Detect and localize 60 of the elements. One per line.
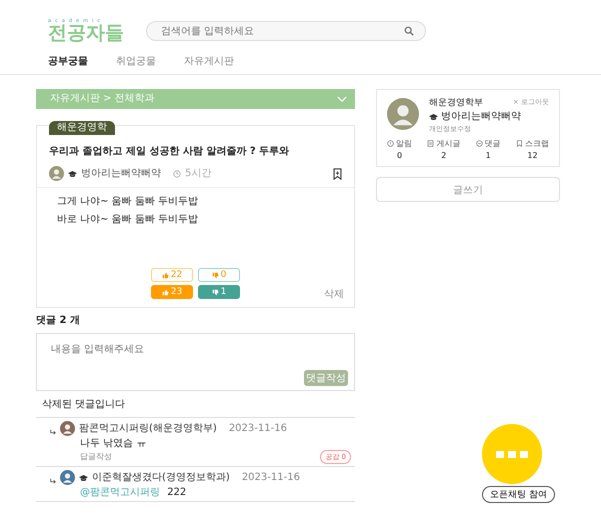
breadcrumb-bar[interactable]: 자유게시판 > 전체학과 xyxy=(36,89,355,109)
stat-label[interactable]: 알림 xyxy=(396,139,412,149)
search-field[interactable]: 검색어를 입력하세요 xyxy=(146,21,426,41)
post-time: 5시간 xyxy=(185,168,212,180)
stat-value: 12 xyxy=(527,150,538,160)
like-button[interactable]: 23 xyxy=(151,285,193,299)
open-chat-button[interactable]: 오픈채팅 참여 xyxy=(482,486,555,503)
stat-label[interactable]: 댓글 xyxy=(484,139,501,149)
reply-arrow-icon xyxy=(50,428,56,434)
graduation-cap-icon xyxy=(429,112,438,121)
like-button[interactable]: 22 xyxy=(151,268,193,282)
post-text: 바로 나야~ 움빠 둠빠 두비두밥 xyxy=(57,214,200,226)
thumbs-up-icon xyxy=(162,272,169,278)
commenter-name[interactable]: 팜콘먹고시퍼링(해운경영학부) xyxy=(79,422,217,434)
stat-label[interactable]: 스크랩 xyxy=(524,139,549,149)
bookmark-icon xyxy=(516,140,523,148)
bookmark-icon[interactable] xyxy=(333,168,342,180)
nav-tab[interactable]: 공부궁물 xyxy=(48,56,88,74)
comment-input[interactable]: 내용을 입력해주세요 댓글작성 xyxy=(36,333,355,391)
stat-label[interactable]: 게시글 xyxy=(436,139,460,149)
graduation-cap-icon xyxy=(68,170,77,178)
avatar-icon xyxy=(387,98,419,130)
nav-tab[interactable]: 취업궁물 xyxy=(116,56,156,74)
avatar-icon xyxy=(60,421,75,436)
stat-value: 1 xyxy=(486,150,491,160)
document-icon xyxy=(427,140,434,148)
dislike-button[interactable]: 0 xyxy=(198,268,240,282)
logo[interactable]: 전공자들 xyxy=(48,24,124,43)
reply-link[interactable]: 답글작성 xyxy=(80,452,112,462)
commenter-name[interactable]: 이준혁잘생겼다(경영정보학과) xyxy=(92,472,230,484)
department-tag: 해운경영학 xyxy=(49,121,115,135)
write-button[interactable]: 글쓰기 xyxy=(376,177,560,202)
nav-tab[interactable]: 자유게시판 xyxy=(184,56,234,74)
search-icon[interactable] xyxy=(404,26,414,36)
avatar-icon xyxy=(49,166,64,181)
mention-link[interactable]: @팜콘먹고시퍼링 xyxy=(80,487,160,498)
submit-comment-button[interactable]: 댓글작성 xyxy=(304,370,348,386)
comment-text: 나두 낚였슴 ㅠ xyxy=(80,438,146,449)
reply-arrow-icon xyxy=(50,478,56,484)
stat-value: 2 xyxy=(441,150,446,160)
dislike-button[interactable]: 1 xyxy=(198,285,240,299)
avatar-icon xyxy=(60,470,75,485)
comment-date: 2023-11-16 xyxy=(242,472,300,484)
breadcrumb: 자유게시판 > 전체학과 xyxy=(50,93,155,105)
stat-value: 0 xyxy=(396,150,402,160)
thumbs-down-icon xyxy=(212,272,219,278)
clock-icon xyxy=(173,170,181,178)
comments-heading: 댓글 2 개 xyxy=(36,315,81,327)
post-title: 우리과 졸업하고 제일 성공한 사람 알려줄까 ? 두루와 xyxy=(48,145,290,158)
thumbs-down-icon xyxy=(212,288,219,296)
post-text: 그게 나야~ 움빠 둠빠 두비두밥 xyxy=(57,196,200,208)
author-name[interactable]: 벙아리는뻐약뻐약 xyxy=(81,168,161,180)
nickname: 벙아리는뻐약뻐약 xyxy=(441,110,521,123)
graduation-cap-icon xyxy=(79,474,88,482)
comment-date: 2023-11-16 xyxy=(228,422,287,434)
comment-text: 222 xyxy=(167,487,186,498)
department-name: 해운경영학부 xyxy=(429,98,483,109)
delete-link[interactable]: 삭제 xyxy=(324,289,344,301)
deleted-comment: 삭제된 댓글입니다 xyxy=(36,391,355,418)
thumbs-up-icon xyxy=(162,288,169,296)
